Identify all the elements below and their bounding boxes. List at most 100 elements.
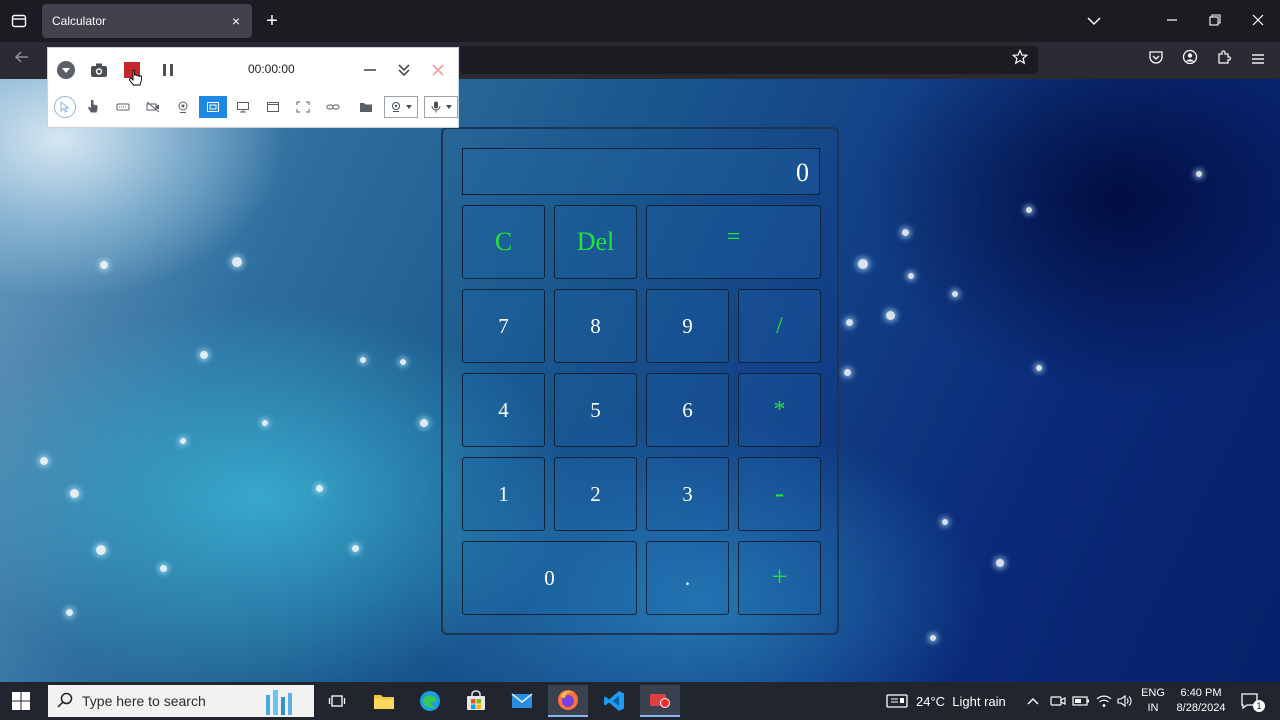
restore-window-icon[interactable] [1202,8,1228,34]
pause-icon[interactable] [158,60,178,80]
wifi-icon[interactable] [1096,682,1112,720]
region-capture-icon[interactable] [199,96,227,118]
keyboard-icon[interactable] [109,96,137,118]
fullscreen-icon[interactable] [289,96,317,118]
digit-2-button[interactable]: 2 [554,457,637,531]
input-language-indicator[interactable]: ENG IN [1138,686,1168,716]
taskbar-search-box[interactable]: Type here to search [48,685,314,717]
folder-icon[interactable] [352,96,380,118]
task-view-icon[interactable] [317,685,357,717]
battery-icon[interactable] [1072,682,1090,720]
vscode-icon[interactable] [594,685,634,717]
multiply-button[interactable]: * [738,373,821,447]
digit-7-button[interactable]: 7 [462,289,545,363]
new-tab-button[interactable]: + [261,10,283,32]
digit-9-button[interactable]: 9 [646,289,729,363]
weather-text: 24°C Light rain [916,693,1006,709]
firefox-icon[interactable] [548,685,588,717]
sparkle [160,565,167,572]
list-all-tabs-icon[interactable] [8,10,30,32]
minimize-toolbar-icon[interactable] [360,60,380,80]
language-code: ENG [1141,687,1165,699]
notification-count-badge: 1 [1253,700,1265,712]
windows-taskbar: Type here to search 24°C Light rain ENG … [0,682,1280,720]
digit-1-button[interactable]: 1 [462,457,545,531]
bookmark-star-icon[interactable] [1008,49,1032,73]
microphone-dropdown[interactable] [424,96,458,118]
sparkle [352,545,359,552]
weather-widget[interactable]: 24°C Light rain [886,682,1006,720]
notification-center-icon[interactable]: 1 [1240,682,1265,720]
minus-button[interactable]: - [738,457,821,531]
calculator: 0 C Del = 7 8 9 / 4 5 6 * 1 2 3 - 0 . + [441,127,839,635]
window-capture-icon[interactable] [259,96,287,118]
account-icon[interactable] [1178,49,1202,73]
sparkle [360,357,366,363]
clear-button[interactable]: C [462,205,545,279]
sparkle [1036,365,1042,371]
digit-8-button[interactable]: 8 [554,289,637,363]
sparkle [844,369,851,376]
pocket-icon[interactable] [1144,49,1168,73]
camera-icon[interactable] [88,60,110,80]
digit-5-button[interactable]: 5 [554,373,637,447]
sparkle [952,291,958,297]
meet-now-icon[interactable] [1050,682,1066,720]
page-background: 0 C Del = 7 8 9 / 4 5 6 * 1 2 3 - 0 . + [0,79,1280,682]
tab-calculator[interactable]: Calculator × [42,4,252,38]
edge-browser-icon[interactable] [410,685,450,717]
select-pointer-icon[interactable] [54,96,76,118]
sparkle [902,229,909,236]
mail-icon[interactable] [502,685,542,717]
hand-pointer-icon[interactable] [79,96,107,118]
url-bar[interactable] [460,46,1038,74]
hamburger-menu-icon[interactable] [1246,49,1270,73]
sparkle [1196,171,1202,177]
webcam-icon[interactable] [169,96,197,118]
clock[interactable]: 6:40 PM 8/28/2024 [1172,686,1230,716]
menu-dropdown-icon[interactable] [56,60,76,80]
close-window-icon[interactable] [1245,8,1271,34]
clock-time: 6:40 PM [1180,687,1222,699]
collapse-double-chevron-icon[interactable] [394,60,414,80]
digit-3-button[interactable]: 3 [646,457,729,531]
back-arrow-icon[interactable] [10,49,34,73]
search-placeholder: Type here to search [82,693,206,709]
sparkle [100,261,108,269]
divide-button[interactable]: / [738,289,821,363]
windows-start-icon[interactable] [12,692,32,710]
show-hidden-icons-chevron[interactable] [1026,682,1040,720]
sparkle [886,311,895,320]
screen-capture-icon[interactable] [229,96,257,118]
close-tab-icon[interactable]: × [228,13,244,29]
extensions-icon[interactable] [1212,49,1236,73]
sparkle [70,489,79,498]
sparkle [846,319,853,326]
sparkle [262,420,268,426]
minimize-window-icon[interactable] [1159,8,1185,34]
webcam-source-dropdown[interactable] [384,96,418,118]
sparkle [1026,207,1032,213]
screen-recorder-app-icon[interactable] [640,685,680,717]
plus-button[interactable]: + [738,541,821,615]
browser-tab-bar: Calculator × + [0,0,1280,42]
camera-off-icon[interactable] [139,96,167,118]
close-toolbar-icon[interactable] [428,60,448,80]
file-explorer-icon[interactable] [364,685,404,717]
digit-4-button[interactable]: 4 [462,373,545,447]
microsoft-store-icon[interactable] [456,685,496,717]
region-code: IN [1147,702,1159,714]
search-highlight-image-icon [256,687,302,715]
link-icon[interactable] [319,96,347,118]
mouse-cursor-icon [128,68,144,90]
sparkle [858,259,868,269]
digit-6-button[interactable]: 6 [646,373,729,447]
chevron-down-icon[interactable] [1081,8,1107,34]
digit-0-button[interactable]: 0 [462,541,637,615]
delete-button[interactable]: Del [554,205,637,279]
decimal-point-button[interactable]: . [646,541,729,615]
clock-date: 8/28/2024 [1176,702,1226,714]
screen-recorder-toolbar: 00:00:00 [47,47,459,128]
volume-icon[interactable] [1117,682,1133,720]
equals-button[interactable]: = [646,205,821,279]
